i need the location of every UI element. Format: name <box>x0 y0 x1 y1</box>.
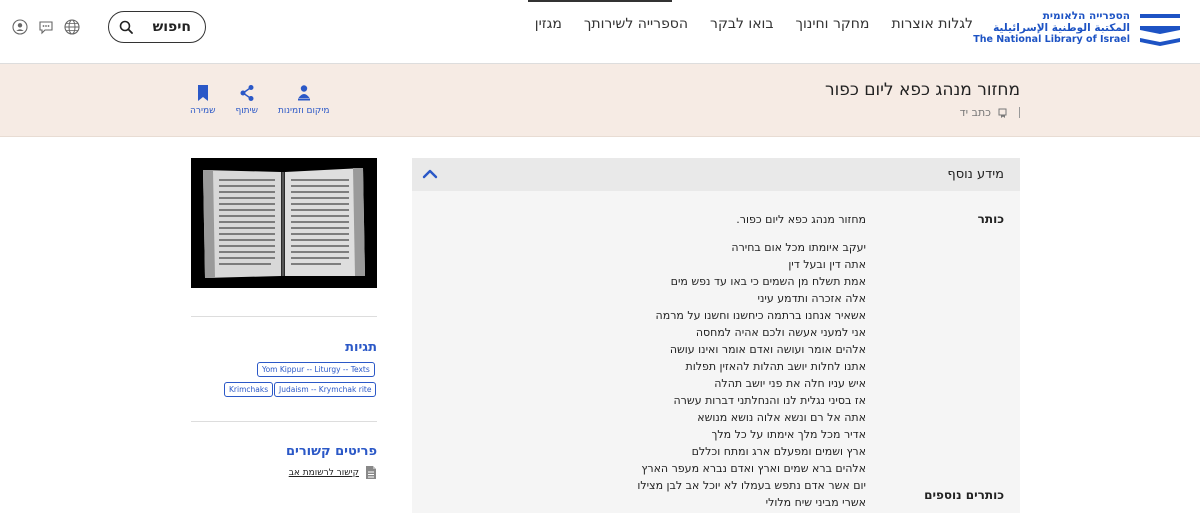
save-label: שמירה <box>190 106 216 116</box>
logo-arabic: المكتبة الوطنية الإسرائيلية <box>993 22 1130 34</box>
main-nav: לגלות אוצרות מחקר וחינוך בואו לבקר הספרי… <box>524 16 984 32</box>
language-globe-icon[interactable] <box>64 19 80 35</box>
list-item: יום אשר אדם נתפש בעמלו לא יוכל אב לבן מצ… <box>637 479 866 492</box>
record-type: כתב יד <box>960 106 1020 119</box>
list-item: אדיר מכל מלך אימתו על כל מלך <box>711 428 866 441</box>
bookmark-icon <box>197 85 208 101</box>
search-icon <box>119 20 133 34</box>
sidebar-divider <box>191 421 377 422</box>
list-item: אני למעני אעשה ולכם אהיה למחסה <box>695 326 866 339</box>
logo-english: The National Library of Israel <box>973 34 1130 45</box>
page-title: מחזור מנהג כפא ליום כפור <box>824 80 1020 100</box>
tag-yom-kippur-liturgy[interactable]: Yom Kippur -- Liturgy -- Texts <box>257 362 375 377</box>
user-account-icon[interactable] <box>12 19 28 35</box>
title-field-value: מחזור מנהג כפא ליום כפור. <box>736 213 866 226</box>
logo-text: הספרייה הלאומית المكتبة الوطنية الإسرائي… <box>973 10 1130 46</box>
list-item: איש עניו חלה את פני יושב תהלה <box>714 377 866 390</box>
list-item: אתה אל רם ונשא אלוה נושא מנושא <box>697 411 866 424</box>
list-item: אשרי מביני שיח מלולי <box>765 496 866 509</box>
site-header: הספרייה הלאומית المكتبة الوطنية الإسرائي… <box>0 0 1200 64</box>
location-label: מיקום וזמינות <box>277 106 330 116</box>
top-indicator <box>528 0 672 2</box>
manuscript-icon <box>998 108 1007 118</box>
record-actions: מיקום וזמינות שיתוף שמירה <box>190 84 329 116</box>
list-item: אז בסיני נגלית לנו והנחלתני דברות עשרה <box>673 394 867 407</box>
tag-judaism-krymchak-rite[interactable]: Judaism -- Krymchak rite <box>274 382 377 397</box>
list-item: אלהים ברא שמים וארץ ואדם נברא מעפר הארץ <box>641 462 866 475</box>
type-separator <box>1019 107 1020 118</box>
document-icon <box>366 466 376 479</box>
other-titles-field-label: כותרים נוספים <box>924 488 1004 502</box>
record-title-band: מחזור מנהג כפא ליום כפור כתב יד מיקום וז… <box>0 64 1200 137</box>
share-button[interactable]: שיתוף <box>235 84 258 116</box>
header-utility-icons <box>12 19 80 35</box>
nav-library-service[interactable]: הספרייה לשירותך <box>573 16 699 32</box>
record-type-label: כתב יד <box>959 106 991 119</box>
other-titles-list: יעקב איומתו מכל אום בחירה אתה דין ובעל ד… <box>637 239 866 511</box>
search-label: חיפוש <box>152 19 191 35</box>
sidebar-divider <box>191 316 377 317</box>
list-item: אתה דין ובעל דין <box>788 258 866 271</box>
tags-heading: תגיות <box>345 340 377 355</box>
nav-magazine[interactable]: מגזין <box>524 16 573 32</box>
nav-discover-treasures[interactable]: לגלות אוצרות <box>880 16 984 32</box>
list-item: אמת תשלח מן השמים כי באו עד נפש מים <box>670 275 866 288</box>
parent-record-link[interactable]: קישור לרשומת אב <box>289 465 377 480</box>
list-item: יעקב איומתו מכל אום בחירה <box>731 241 866 254</box>
additional-info-panel: מידע נוסף כותר מחזור מנהג כפא ליום כפור.… <box>412 158 1020 513</box>
share-label: שיתוף <box>235 106 258 116</box>
library-logo[interactable]: הספרייה הלאומית المكتبة الوطنية الإسرائي… <box>973 10 1182 50</box>
list-item: אשאיר אנחנו ברתמה כיחשנו וחשנו על מרמה <box>655 309 866 322</box>
logo-hebrew: הספרייה הלאומית <box>1042 10 1130 22</box>
manuscript-thumbnail[interactable] <box>191 158 377 288</box>
nav-research-education[interactable]: מחקר וחינוך <box>784 16 880 32</box>
list-item: ארץ ושמים ומפעלם ארג ומתח וכללם <box>691 445 866 458</box>
chevron-up-icon[interactable] <box>422 168 438 180</box>
tag-krimchaks[interactable]: Krimchaks <box>224 382 274 397</box>
list-item: אלה אזכרה ותדמע עיני <box>757 292 866 305</box>
person-location-icon <box>297 85 310 101</box>
list-item: אתנו לחלות יושב תהלות להאזין תפלות <box>685 360 866 373</box>
library-emblem-icon <box>1140 14 1180 46</box>
additional-info-title: מידע נוסף <box>947 167 1004 182</box>
save-button[interactable]: שמירה <box>190 84 215 116</box>
title-field-label: כותר <box>977 212 1004 226</box>
list-item: אלהים אומר ועושה ואדם אומר ואינו עושה <box>669 343 866 356</box>
chat-icon[interactable] <box>38 19 54 35</box>
parent-record-label: קישור לרשומת אב <box>288 467 359 478</box>
manuscript-image <box>191 158 377 288</box>
location-availability-button[interactable]: מיקום וזמינות <box>278 84 329 116</box>
share-icon <box>240 85 254 101</box>
additional-info-header[interactable]: מידע נוסף <box>412 158 1020 191</box>
nav-visit[interactable]: בואו לבקר <box>699 16 784 32</box>
search-button[interactable]: חיפוש <box>108 11 206 43</box>
related-items-heading: פריטים קשורים <box>285 444 377 459</box>
